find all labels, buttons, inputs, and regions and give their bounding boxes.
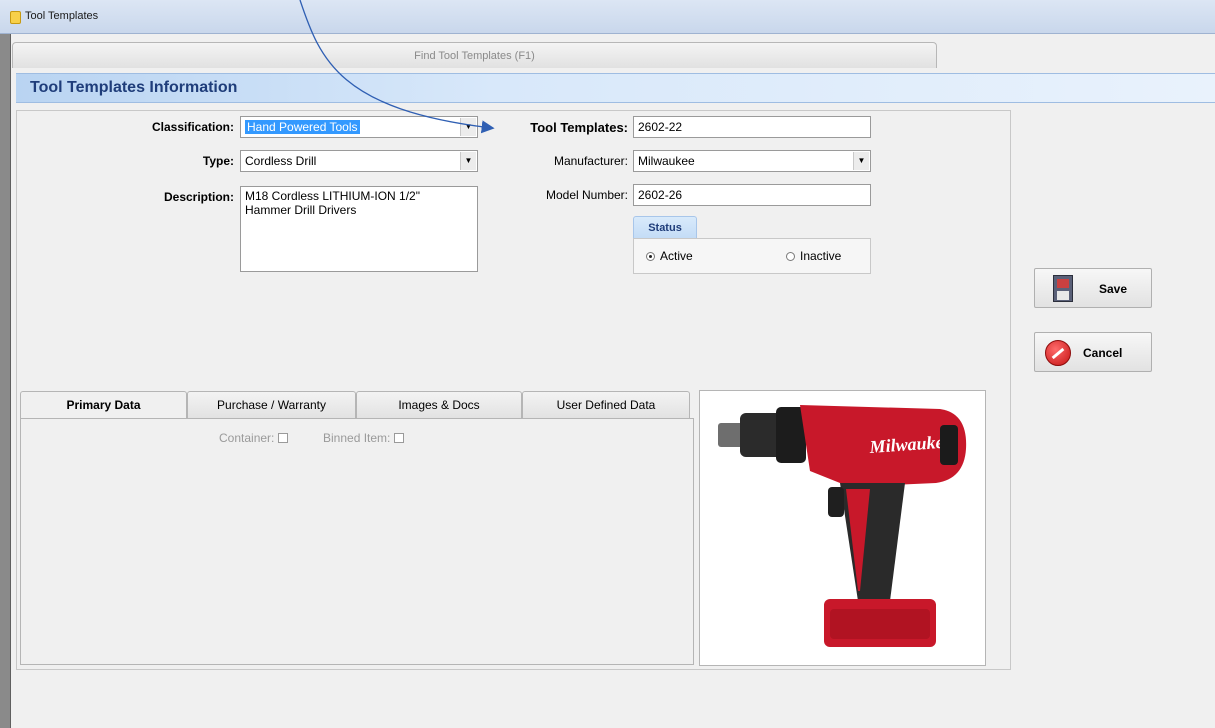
drill-image: Milwaukee — [718, 405, 967, 647]
classification-select[interactable]: Hand Powered Tools ▼ — [240, 116, 478, 138]
manufacturer-value: Milwaukee — [638, 154, 695, 168]
status-group: Active Inactive — [633, 238, 871, 274]
radio-selected-icon — [646, 252, 655, 261]
tool-image: Milwaukee — [699, 390, 986, 666]
status-inactive-radio[interactable]: Inactive — [786, 249, 841, 263]
tab-content-primary-data: Container: Binned Item: — [20, 418, 694, 665]
binned-item-label: Binned Item: — [323, 431, 391, 445]
manufacturer-label: Manufacturer: — [553, 154, 628, 168]
find-tool-templates-tab[interactable]: Find Tool Templates (F1) — [12, 42, 937, 68]
binned-item-checkbox[interactable]: Binned Item: — [323, 431, 405, 445]
classification-label: Classification: — [151, 120, 234, 134]
drill-vents — [940, 425, 958, 465]
save-icon — [1053, 275, 1073, 302]
drill-battery-shadow — [830, 609, 930, 639]
window-title: Tool Templates — [25, 10, 99, 22]
description-label: Description: — [163, 190, 234, 204]
detail-tabs: Primary Data Purchase / Warranty Images … — [20, 391, 690, 419]
type-label: Type: — [202, 154, 234, 168]
tool-templates-label: Tool Templates: — [530, 120, 628, 135]
status-inactive-label: Inactive — [800, 249, 842, 263]
app-icon — [10, 11, 21, 24]
drill-trigger — [828, 487, 844, 517]
tab-purchase-warranty[interactable]: Purchase / Warranty — [187, 391, 356, 418]
checkbox-icon — [278, 433, 289, 443]
save-button-label: Save — [1099, 282, 1128, 296]
type-select[interactable]: Cordless Drill ▼ — [240, 150, 478, 172]
radio-unselected-icon — [786, 252, 795, 261]
drill-clutch — [776, 407, 806, 463]
tab-primary-data[interactable]: Primary Data — [20, 391, 187, 419]
manufacturer-select[interactable]: Milwaukee ▼ — [633, 150, 871, 172]
save-button[interactable]: Save — [1034, 268, 1152, 308]
container-label: Container: — [219, 431, 275, 445]
section-header: Tool Templates Information — [16, 73, 1215, 103]
status-active-radio[interactable]: Active — [646, 249, 693, 263]
status-group-label: Status — [633, 216, 697, 238]
checkbox-icon — [394, 433, 405, 443]
section-title: Tool Templates Information — [30, 79, 238, 96]
container-checkbox[interactable]: Container: — [219, 431, 289, 445]
classification-value: Hand Powered Tools — [245, 120, 360, 134]
type-value: Cordless Drill — [245, 154, 317, 168]
cancel-icon — [1045, 340, 1071, 366]
chevron-down-icon[interactable]: ▼ — [853, 152, 869, 170]
cancel-button[interactable]: Cancel — [1034, 332, 1152, 372]
tool-templates-input[interactable]: 2602-22 — [633, 116, 871, 138]
status-active-label: Active — [660, 249, 693, 263]
tab-images-docs[interactable]: Images & Docs — [356, 391, 522, 418]
window-titlebar: Tool Templates — [0, 0, 1215, 34]
drill-collar — [740, 413, 782, 457]
model-number-label: Model Number: — [545, 188, 628, 202]
tab-user-defined-data[interactable]: User Defined Data — [522, 391, 690, 418]
cancel-button-label: Cancel — [1083, 346, 1123, 360]
window-left-border — [0, 34, 11, 728]
model-number-input[interactable]: 2602-26 — [633, 184, 871, 206]
description-textarea[interactable]: M18 Cordless LITHIUM-ION 1/2" Hammer Dri… — [240, 186, 478, 272]
